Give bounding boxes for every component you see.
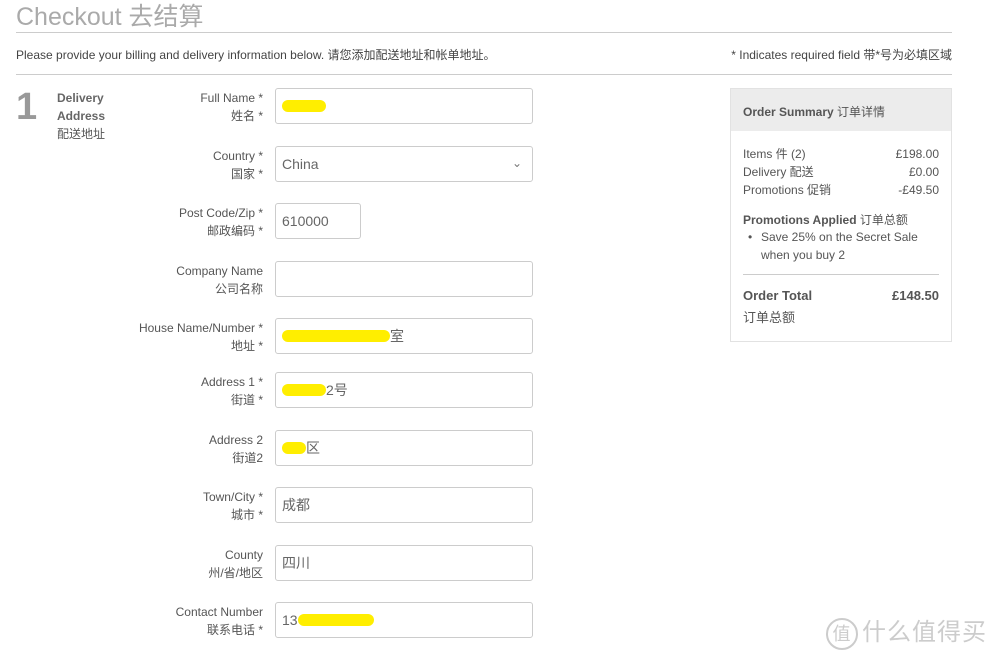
field-label-en: Company Name bbox=[176, 264, 263, 278]
watermark-logo: 值什么值得买 bbox=[826, 612, 987, 650]
text-input[interactable]: 四川 bbox=[275, 545, 533, 581]
text-input[interactable]: 区 bbox=[275, 430, 533, 466]
total-label-cn: 订单总额 bbox=[743, 310, 796, 325]
line-value: -£49.50 bbox=[898, 183, 939, 197]
form-row: County 州/省/地区 四川 bbox=[100, 545, 540, 581]
summary-title: Order Summary bbox=[743, 105, 834, 119]
summary-line-delivery: Delivery 配送 £0.00 bbox=[731, 163, 951, 181]
field-label-cn: 联系电话 * bbox=[206, 623, 263, 637]
field-label-cn: 街道2 bbox=[232, 451, 263, 465]
field-value: 区 bbox=[306, 440, 320, 456]
field-label-en: Town/City * bbox=[202, 490, 263, 504]
field-label: County 州/省/地区 bbox=[208, 546, 263, 582]
order-total: Order Total £148.50 bbox=[731, 275, 951, 303]
field-label-en: Full Name * bbox=[200, 91, 263, 105]
promotion-item: Save 25% on the Secret Sale when you buy… bbox=[731, 228, 951, 264]
text-input[interactable]: 成都 bbox=[275, 487, 533, 523]
field-label-cn: 地址 * bbox=[230, 339, 263, 353]
step-title-2: Address bbox=[57, 109, 106, 123]
watermark-text: 什么值得买 bbox=[862, 619, 987, 646]
redaction-mark bbox=[282, 330, 390, 342]
field-label: Post Code/Zip * 邮政编码 * bbox=[179, 204, 263, 240]
page-title: Checkout 去结算 bbox=[16, 3, 204, 31]
step-title-cn: 配送地址 bbox=[57, 127, 106, 141]
field-label: Contact Number 联系电话 * bbox=[176, 603, 263, 639]
promotions-title-cn: 订单总额 bbox=[859, 213, 908, 227]
promotions-title: Promotions Applied bbox=[743, 213, 857, 227]
field-label: Town/City * 城市 * bbox=[203, 488, 263, 524]
required-note: * Indicates required field 带*号为必填区域 bbox=[731, 48, 952, 62]
form-row: Address 2 街道2 区 bbox=[100, 430, 540, 466]
summary-title-cn: 订单详情 bbox=[837, 105, 886, 119]
redaction-mark bbox=[297, 614, 374, 626]
text-input[interactable] bbox=[275, 88, 533, 124]
redaction-mark bbox=[282, 100, 326, 112]
line-value: £198.00 bbox=[895, 147, 939, 161]
field-label-en: Country * bbox=[212, 149, 263, 163]
field-value: 四川 bbox=[282, 555, 310, 571]
form-row: Country * 国家 * China ⌄ bbox=[100, 146, 540, 182]
field-label-cn: 街道 * bbox=[230, 393, 263, 407]
step-number: 1 bbox=[16, 86, 38, 128]
text-input[interactable]: 610000 bbox=[275, 203, 361, 239]
field-value: 室 bbox=[390, 328, 404, 344]
field-label: Country * 国家 * bbox=[213, 147, 263, 183]
text-input[interactable]: 2号 bbox=[275, 372, 533, 408]
field-label-cn: 城市 * bbox=[230, 508, 263, 522]
field-value: 610000 bbox=[282, 213, 329, 229]
line-label: Promotions 促销 bbox=[743, 183, 832, 197]
field-label: Address 1 * 街道 * bbox=[201, 373, 263, 409]
country-select[interactable]: China ⌄ bbox=[275, 146, 533, 182]
field-label: Address 2 街道2 bbox=[209, 431, 263, 467]
chevron-down-icon: ⌄ bbox=[511, 156, 522, 170]
watermark-badge: 值 bbox=[826, 618, 858, 650]
field-label-en: Address 2 bbox=[208, 433, 263, 447]
form-row: Post Code/Zip * 邮政编码 * 610000 bbox=[100, 203, 540, 239]
field-value: 2号 bbox=[326, 382, 348, 398]
text-input[interactable] bbox=[275, 261, 533, 297]
form-row: Full Name * 姓名 * bbox=[100, 88, 540, 124]
divider bbox=[16, 74, 952, 75]
text-input[interactable]: 13 bbox=[275, 602, 533, 638]
field-value: China bbox=[282, 156, 319, 172]
line-value: £0.00 bbox=[908, 165, 939, 179]
field-label: Company Name 公司名称 bbox=[176, 262, 263, 298]
promotions-applied-title: Promotions Applied 订单总额 bbox=[731, 199, 951, 228]
line-label: Delivery 配送 bbox=[743, 165, 814, 179]
step-title: Delivery Address 配送地址 bbox=[57, 89, 105, 143]
field-value: 成都 bbox=[282, 497, 310, 513]
line-label: Items 件 (2) bbox=[743, 147, 806, 161]
order-summary-header: Order Summary 订单详情 bbox=[731, 89, 951, 131]
field-label-en: Post Code/Zip * bbox=[178, 206, 263, 220]
step-title-1: Delivery bbox=[57, 91, 104, 105]
field-label-cn: 姓名 * bbox=[230, 109, 263, 123]
text-input[interactable]: 室 bbox=[275, 318, 533, 354]
total-value: £148.50 bbox=[892, 288, 939, 303]
field-label-cn: 邮政编码 * bbox=[206, 224, 263, 238]
field-label-en: House Name/Number * bbox=[138, 321, 263, 335]
redaction-mark bbox=[282, 442, 306, 454]
field-label-cn: 州/省/地区 bbox=[208, 566, 263, 580]
form-row: Contact Number 联系电话 * 13 bbox=[100, 602, 540, 638]
field-label: House Name/Number * 地址 * bbox=[139, 319, 263, 355]
field-value: 13 bbox=[282, 612, 298, 628]
summary-line-items: Items 件 (2) £198.00 bbox=[731, 145, 951, 163]
total-label: Order Total bbox=[743, 288, 813, 303]
form-row: Company Name 公司名称 bbox=[100, 261, 540, 297]
field-label-en: Contact Number bbox=[175, 605, 263, 619]
field-label-en: Address 1 * bbox=[200, 375, 263, 389]
form-row: Address 1 * 街道 * 2号 bbox=[100, 372, 540, 408]
field-label-cn: 公司名称 bbox=[214, 282, 263, 296]
divider bbox=[16, 32, 952, 33]
form-row: House Name/Number * 地址 * 室 bbox=[100, 318, 540, 354]
field-label: Full Name * 姓名 * bbox=[200, 89, 263, 125]
intro-text: Please provide your billing and delivery… bbox=[16, 48, 496, 62]
order-summary: Order Summary 订单详情 Items 件 (2) £198.00 De… bbox=[730, 88, 952, 342]
field-label-en: County bbox=[224, 548, 263, 562]
form-row: Town/City * 城市 * 成都 bbox=[100, 487, 540, 523]
field-label-cn: 国家 * bbox=[230, 167, 263, 181]
summary-line-promotions: Promotions 促销 -£49.50 bbox=[731, 181, 951, 199]
redaction-mark bbox=[282, 384, 326, 396]
